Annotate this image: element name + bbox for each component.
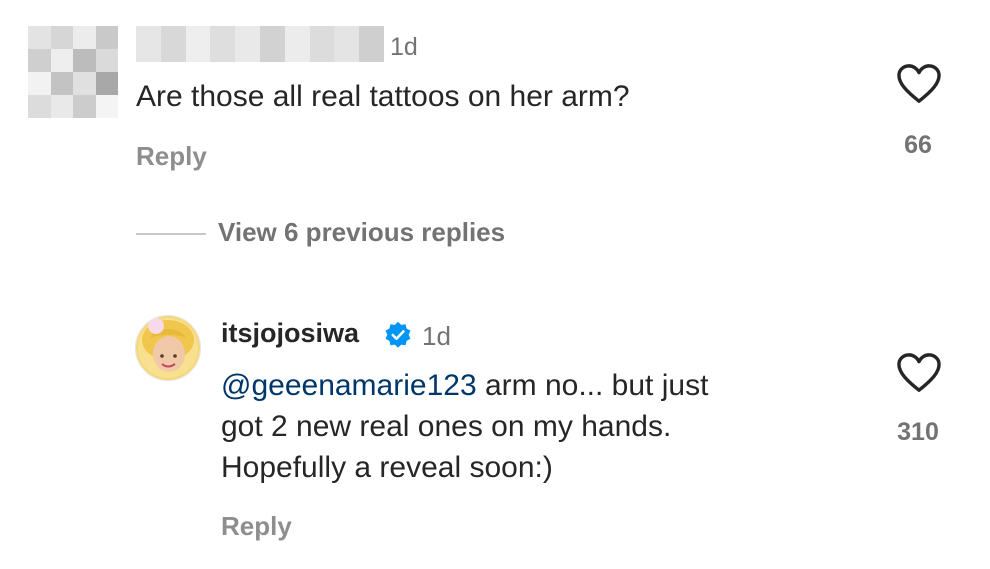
heart-outline-icon <box>897 64 941 103</box>
blurred-avatar <box>28 26 118 118</box>
like-button[interactable] <box>896 63 942 110</box>
blurred-username <box>136 26 384 62</box>
heart-outline-icon <box>897 353 941 392</box>
reply-text-line-3: Hopefully a reveal soon:) <box>221 451 553 484</box>
reply-text-segment: arm no... but just <box>476 369 709 402</box>
replies-divider <box>136 233 206 235</box>
view-previous-replies-button[interactable]: View 6 previous replies <box>218 217 505 248</box>
like-count: 310 <box>897 418 939 446</box>
verified-badge-icon <box>384 321 412 349</box>
comment-username[interactable]: itsjojosiwa <box>221 318 359 349</box>
avatar[interactable] <box>135 315 201 381</box>
reply-text-line-2: got 2 new real ones on my hands. <box>221 410 672 443</box>
comment-text: Are those all real tattoos on her arm? <box>136 80 630 113</box>
reply-button[interactable]: Reply <box>221 511 292 542</box>
profile-photo <box>136 316 200 380</box>
mention-link[interactable]: @geeenamarie123 <box>221 369 477 402</box>
reply-button[interactable]: Reply <box>136 141 207 172</box>
reply-timestamp: 1d <box>422 321 451 351</box>
reply-text-line-1: @geeenamarie123 arm no... but just <box>221 367 708 405</box>
comment-timestamp: 1d <box>390 33 418 61</box>
like-button[interactable] <box>896 352 942 399</box>
like-count: 66 <box>904 131 932 159</box>
